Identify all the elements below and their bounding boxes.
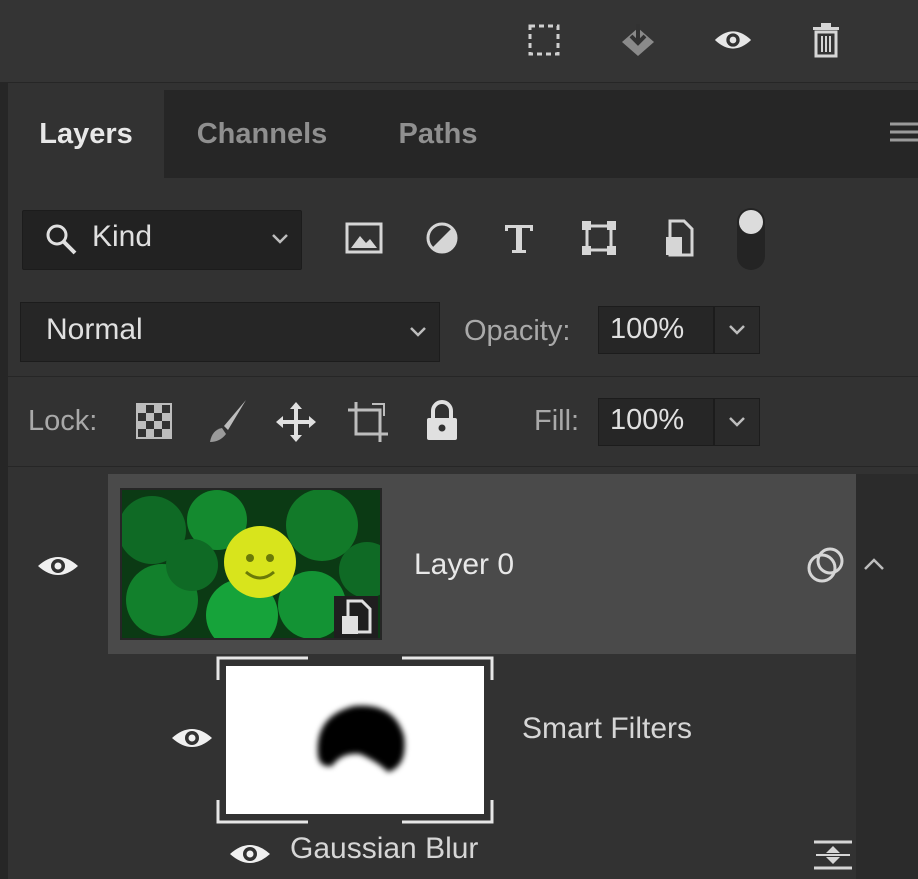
divider bbox=[8, 376, 918, 377]
smart-object-badge-icon bbox=[334, 596, 378, 638]
divider bbox=[8, 466, 918, 467]
image-filter-icon[interactable] bbox=[343, 217, 385, 259]
lock-label: Lock: bbox=[28, 405, 98, 437]
fill-dropdown-button[interactable] bbox=[714, 398, 760, 446]
smart-filter-mask-thumbnail[interactable] bbox=[226, 666, 484, 814]
smart-filters-label[interactable]: Smart Filters bbox=[522, 712, 692, 746]
smart-filters-visibility-eye-icon[interactable] bbox=[168, 720, 216, 756]
lock-position-icon[interactable] bbox=[274, 400, 318, 449]
fill-chevron-down-icon bbox=[729, 417, 745, 427]
filter-kind-label: Kind bbox=[92, 220, 153, 253]
opacity-dropdown-button[interactable] bbox=[714, 306, 760, 354]
opacity-chevron-down-icon bbox=[729, 325, 745, 335]
lock-image-pixels-icon[interactable] bbox=[204, 398, 250, 449]
opacity-value: 100% bbox=[610, 313, 685, 345]
chevron-down-icon bbox=[270, 232, 290, 251]
lock-transparent-pixels-icon[interactable] bbox=[136, 403, 172, 444]
lock-artboard-icon[interactable] bbox=[346, 400, 392, 449]
gaussian-blur-visibility-eye-icon[interactable] bbox=[226, 836, 274, 872]
fill-label: Fill: bbox=[534, 405, 580, 437]
tab-paths[interactable]: Paths bbox=[370, 90, 506, 178]
panel-menu-icon[interactable] bbox=[888, 118, 918, 148]
gaussian-blur-filter-name[interactable]: Gaussian Blur bbox=[290, 832, 478, 866]
search-icon bbox=[44, 222, 78, 261]
adjustment-filter-icon[interactable] bbox=[421, 217, 463, 259]
visibility-eye-icon[interactable] bbox=[713, 20, 753, 60]
collapse-effects-chevron-up-icon[interactable] bbox=[862, 554, 886, 579]
opacity-label: Opacity: bbox=[464, 315, 571, 347]
type-filter-icon[interactable] bbox=[498, 217, 540, 259]
scrollbar-track[interactable] bbox=[856, 474, 918, 879]
blend-chevron-down-icon bbox=[408, 325, 428, 344]
shape-filter-icon[interactable] bbox=[578, 217, 620, 259]
panel-gutter bbox=[0, 82, 8, 879]
smart-object-filter-icon[interactable] bbox=[658, 217, 700, 259]
layer-name[interactable]: Layer 0 bbox=[414, 548, 514, 582]
trash-icon[interactable] bbox=[806, 20, 846, 60]
layer-visibility-eye-icon[interactable] bbox=[34, 548, 82, 584]
tab-channels[interactable]: Channels bbox=[172, 90, 352, 178]
merge-down-icon[interactable] bbox=[618, 20, 658, 60]
blending-options-icon[interactable] bbox=[806, 546, 846, 591]
filter-blending-options-icon[interactable] bbox=[812, 838, 854, 877]
blend-mode-value: Normal bbox=[46, 313, 143, 346]
tab-layers[interactable]: Layers bbox=[8, 90, 164, 178]
filter-toggle-knob bbox=[739, 210, 763, 234]
lock-all-icon[interactable] bbox=[424, 400, 460, 447]
selection-marquee-icon[interactable] bbox=[524, 20, 564, 60]
fill-value: 100% bbox=[610, 404, 685, 436]
top-toolbar bbox=[0, 0, 918, 83]
